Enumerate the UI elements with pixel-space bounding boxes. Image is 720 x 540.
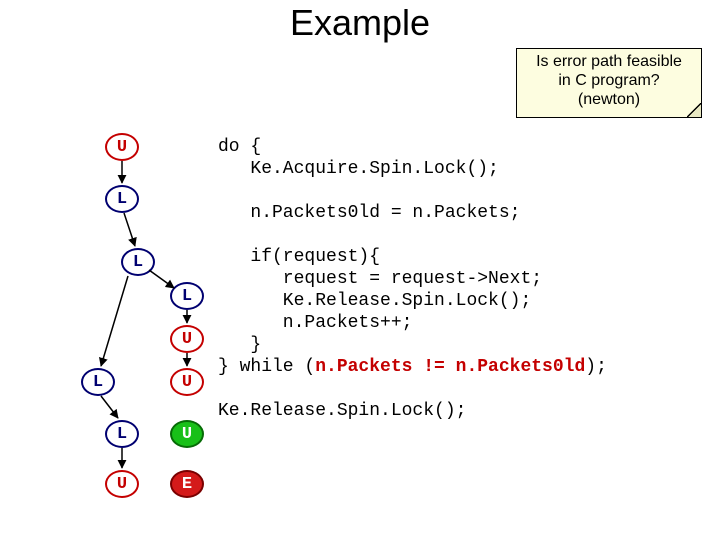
graph-node-l1: L [105,185,139,213]
code-l1: do { [218,137,261,157]
code-l6: if(request){ [218,247,380,267]
graph-node-u3: U [170,420,204,448]
code-l2: Ke.Acquire.Spin.Lock(); [218,159,499,179]
graph-node-linner: L [170,282,204,310]
code-block: do { Ke.Acquire.Spin.Lock(); n.Packets0l… [218,136,607,422]
graph-node-l3: L [105,420,139,448]
graph-node-ufinal: U [105,470,139,498]
code-l11a: } while ( [218,357,315,377]
code-l8: Ke.Release.Spin.Lock(); [218,291,531,311]
code-l11b: n.Packets != n.Packets0ld [315,357,585,377]
sticky-note: Is error path feasible in C program? (ne… [516,48,702,118]
graph-node-e: E [170,470,204,498]
graph-node-uw: U [170,368,204,396]
code-l9: n.Packets++; [218,313,412,333]
graph-node-lbot: L [81,368,115,396]
page-title: Example [0,2,720,44]
graph-node-u1: U [105,133,139,161]
code-l4: n.Packets0ld = n.Packets; [218,203,520,223]
note-line-2: in C program? [519,72,699,91]
fold-corner-icon [687,103,701,117]
code-l11c: ); [585,357,607,377]
graph-node-uinner: U [170,325,204,353]
graph-node-l2: L [121,248,155,276]
code-l10: } [218,335,261,355]
note-line-1: Is error path feasible [519,53,699,72]
note-line-3: (newton) [519,91,699,110]
code-l13: Ke.Release.Spin.Lock(); [218,401,466,421]
code-l7: request = request->Next; [218,269,542,289]
